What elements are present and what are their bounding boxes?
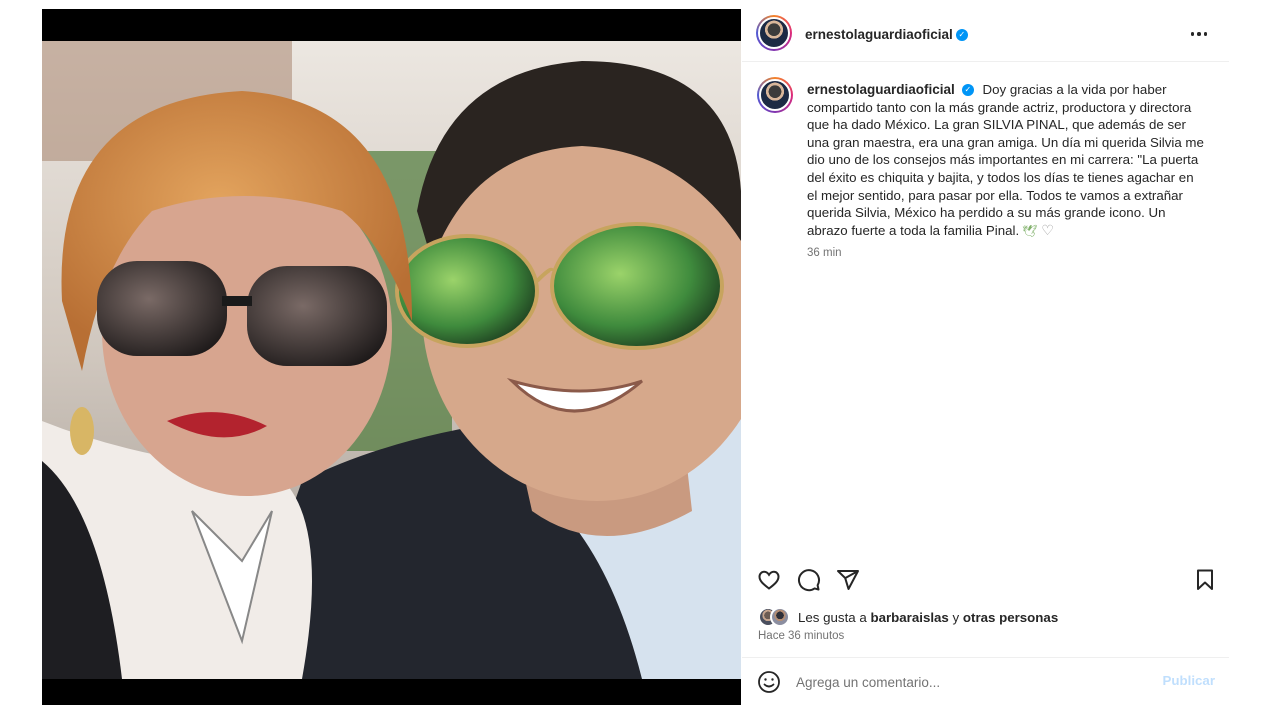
- author-avatar[interactable]: [756, 15, 792, 51]
- likes-user-link[interactable]: barbaraislas: [870, 610, 948, 625]
- liker-avatar: [770, 607, 790, 627]
- more-dot: [1203, 32, 1208, 36]
- caption-avatar[interactable]: [757, 77, 793, 113]
- caption-time: 36 min: [807, 247, 842, 259]
- comment-input[interactable]: [796, 672, 1136, 692]
- comment-divider: [742, 657, 1229, 658]
- heart-icon[interactable]: [756, 567, 782, 593]
- caption-text: ernestolaguardiaoficial ✓ Doy gracias a l…: [807, 81, 1207, 240]
- likers-avatars: [758, 607, 794, 627]
- author-name[interactable]: ernestolaguardiaoficial ✓: [805, 26, 968, 44]
- author-username[interactable]: ernestolaguardiaoficial: [805, 27, 953, 42]
- verified-badge-icon: ✓: [955, 28, 968, 41]
- post-timestamp[interactable]: Hace 36 minutos: [758, 630, 844, 642]
- more-dot: [1190, 32, 1195, 36]
- header-divider: [742, 61, 1229, 62]
- bookmark-icon[interactable]: [1192, 567, 1218, 593]
- likes-mid: y: [952, 609, 960, 625]
- post-header: ernestolaguardiaoficial ✓: [742, 9, 1229, 59]
- author-avatar-image: [758, 17, 790, 49]
- more-dot: [1197, 32, 1201, 36]
- likes-others-link[interactable]: otras personas: [963, 610, 1058, 625]
- caption-avatar-image: [759, 79, 791, 111]
- comment-box: Publicar: [742, 659, 1229, 705]
- likes-summary[interactable]: Les gusta a barbaraislas y otras persona…: [758, 607, 1058, 627]
- comment-icon[interactable]: [796, 567, 822, 593]
- emoji-icon[interactable]: [757, 670, 781, 694]
- post-media[interactable]: [42, 9, 741, 705]
- likes-prefix: Les gusta a: [798, 609, 867, 625]
- more-options-icon[interactable]: [1187, 22, 1211, 46]
- publish-button[interactable]: Publicar: [1163, 673, 1215, 688]
- caption-username[interactable]: ernestolaguardiaoficial: [807, 82, 955, 97]
- action-bar: [742, 565, 1229, 595]
- post-photo: [42, 41, 741, 679]
- verified-badge-icon: ✓: [961, 84, 974, 97]
- leaf-emoji-icon: 🕊: [1022, 223, 1038, 238]
- post-panel: ernestolaguardiaoficial ✓ ernestolaguardi…: [742, 9, 1229, 705]
- caption-area: ernestolaguardiaoficial ✓ Doy gracias a l…: [742, 69, 1229, 569]
- send-icon[interactable]: [835, 567, 861, 593]
- white-heart-emoji-icon: ♡: [1041, 221, 1054, 238]
- caption-body: Doy gracias a la vida por haber comparti…: [807, 82, 1204, 238]
